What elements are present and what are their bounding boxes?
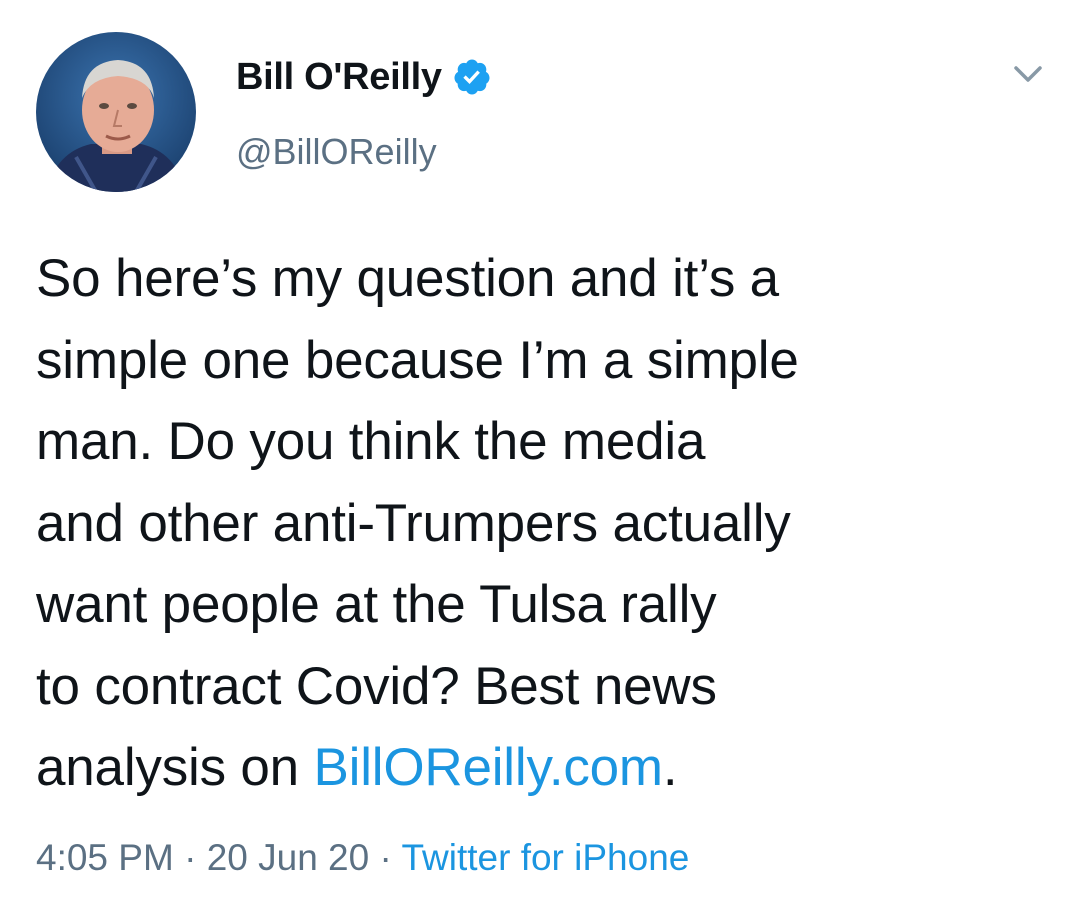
website-link[interactable]: BillOReilly.com — [313, 738, 663, 797]
chevron-down-icon[interactable] — [1010, 60, 1046, 88]
verified-badge-icon — [454, 59, 490, 95]
tweet-text-last-line: analysis on BillOReilly.com. — [36, 727, 1036, 809]
tweet-time[interactable]: 4:05 PM — [36, 837, 174, 878]
tweet-text-line: want people at the Tulsa rally — [36, 575, 717, 634]
tweet-text-line: So here’s my question and it’s a — [36, 249, 779, 308]
meta-separator: · — [184, 837, 197, 878]
tweet-source-link[interactable]: Twitter for iPhone — [401, 837, 689, 878]
display-name-text[interactable]: Bill O'Reilly — [236, 54, 442, 100]
user-handle[interactable]: @BillOReilly — [236, 130, 437, 174]
meta-separator: · — [379, 837, 392, 878]
tweet-text-line: and other anti-Trumpers actually — [36, 493, 791, 553]
avatar[interactable] — [36, 32, 196, 192]
tweet-text-line: simple one because I’m a simple — [36, 330, 799, 390]
tweet-meta: 4:05 PM · 20 Jun 20 · Twitter for iPhone — [36, 836, 689, 880]
tweet-text-suffix: . — [662, 738, 678, 797]
tweet-card: Bill O'Reilly @BillOReilly So here’s my … — [0, 0, 1079, 919]
display-name[interactable]: Bill O'Reilly — [236, 54, 492, 100]
tweet-text-prefix: analysis on — [36, 738, 314, 797]
tweet-text: So here’s my question and it’s a simple … — [36, 238, 1036, 809]
tweet-date[interactable]: 20 Jun 20 — [207, 837, 370, 878]
tweet-text-line: to contract Covid? Best news — [36, 656, 717, 716]
tweet-text-line: man. Do you think the media — [36, 412, 706, 471]
